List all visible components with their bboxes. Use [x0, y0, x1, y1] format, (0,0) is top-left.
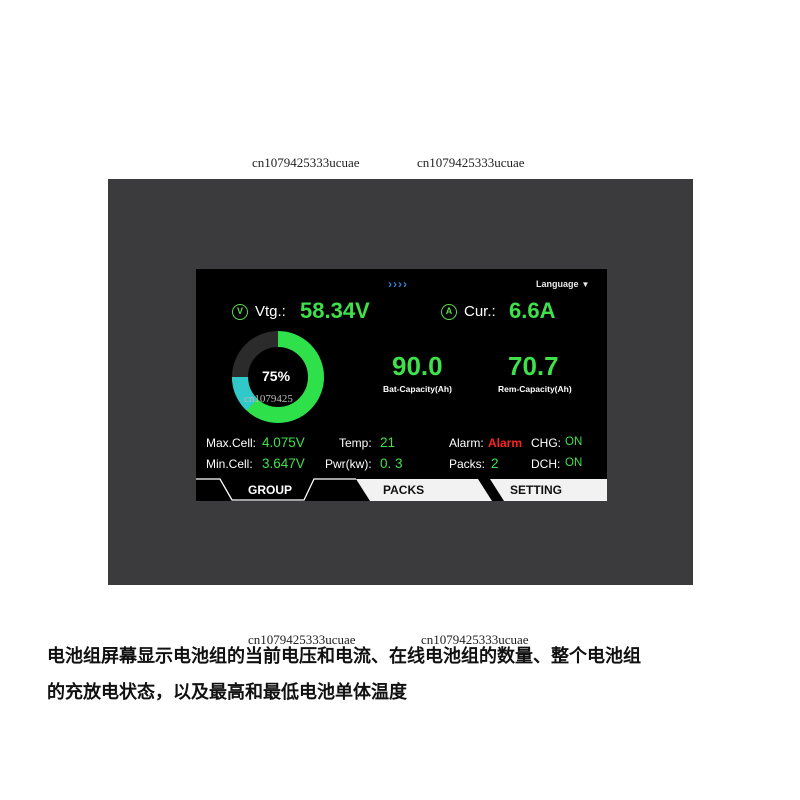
tab-bar: GROUP PACKS SETTING	[196, 477, 607, 501]
max-cell-label: Max.Cell:	[206, 436, 257, 450]
current-label: Cur.:	[464, 303, 496, 320]
description-caption-line2: 的充放电状态，以及最高和最低电池单体温度	[47, 682, 407, 703]
voltage-icon: V	[232, 304, 248, 320]
tab-group[interactable]: GROUP	[248, 483, 292, 497]
dch-label: DCH:	[531, 457, 561, 471]
temp-value: 21	[380, 435, 396, 450]
language-dropdown[interactable]: Language ▼	[536, 279, 589, 289]
current-icon: A	[441, 304, 457, 320]
power-value: 0. 3	[380, 456, 403, 471]
temp-label: Temp:	[339, 436, 372, 450]
chevron-down-icon: ▼	[581, 280, 590, 289]
packs-value: 2	[491, 456, 499, 471]
packs-label: Packs:	[449, 457, 486, 471]
description-caption-line1: 电池组屏幕显示电池组的当前电压和电流、在线电池组的数量、整个电池组	[47, 646, 641, 667]
chg-label: CHG:	[531, 436, 561, 450]
min-cell-label: Min.Cell:	[206, 457, 253, 471]
current-value: 6.6A	[509, 298, 556, 323]
dch-status: ON	[565, 457, 583, 469]
tab-setting[interactable]: SETTING	[510, 483, 562, 497]
alarm-status: Alarm	[488, 436, 523, 450]
tab-packs[interactable]: PACKS	[383, 483, 424, 497]
soc-percent: 75%	[262, 368, 291, 384]
page-indicator-arrows: ››››	[388, 277, 408, 291]
power-label: Pwr(kw):	[325, 457, 372, 471]
bat-capacity-label: Bat-Capacity(Ah)	[383, 384, 452, 394]
chg-status: ON	[565, 436, 583, 448]
watermark-text: cn1079425333ucuae	[417, 155, 525, 170]
max-cell-value: 4.075V	[262, 435, 305, 450]
voltage-label: Vtg.:	[255, 303, 286, 320]
watermark-text: cn1079425333ucuae	[252, 155, 360, 170]
lcd-screen: ›››› Language ▼ V Vtg.: 58.34V A Cur.: 6.…	[196, 269, 607, 501]
watermark-text: cn1079425	[244, 393, 293, 405]
bat-capacity-value: 90.0	[392, 351, 443, 381]
min-cell-value: 3.647V	[262, 456, 305, 471]
voltage-value: 58.34V	[300, 298, 370, 323]
language-label: Language	[536, 279, 579, 289]
rem-capacity-value: 70.7	[508, 351, 559, 381]
alarm-label: Alarm:	[449, 436, 484, 450]
rem-capacity-label: Rem-Capacity(Ah)	[498, 384, 572, 394]
